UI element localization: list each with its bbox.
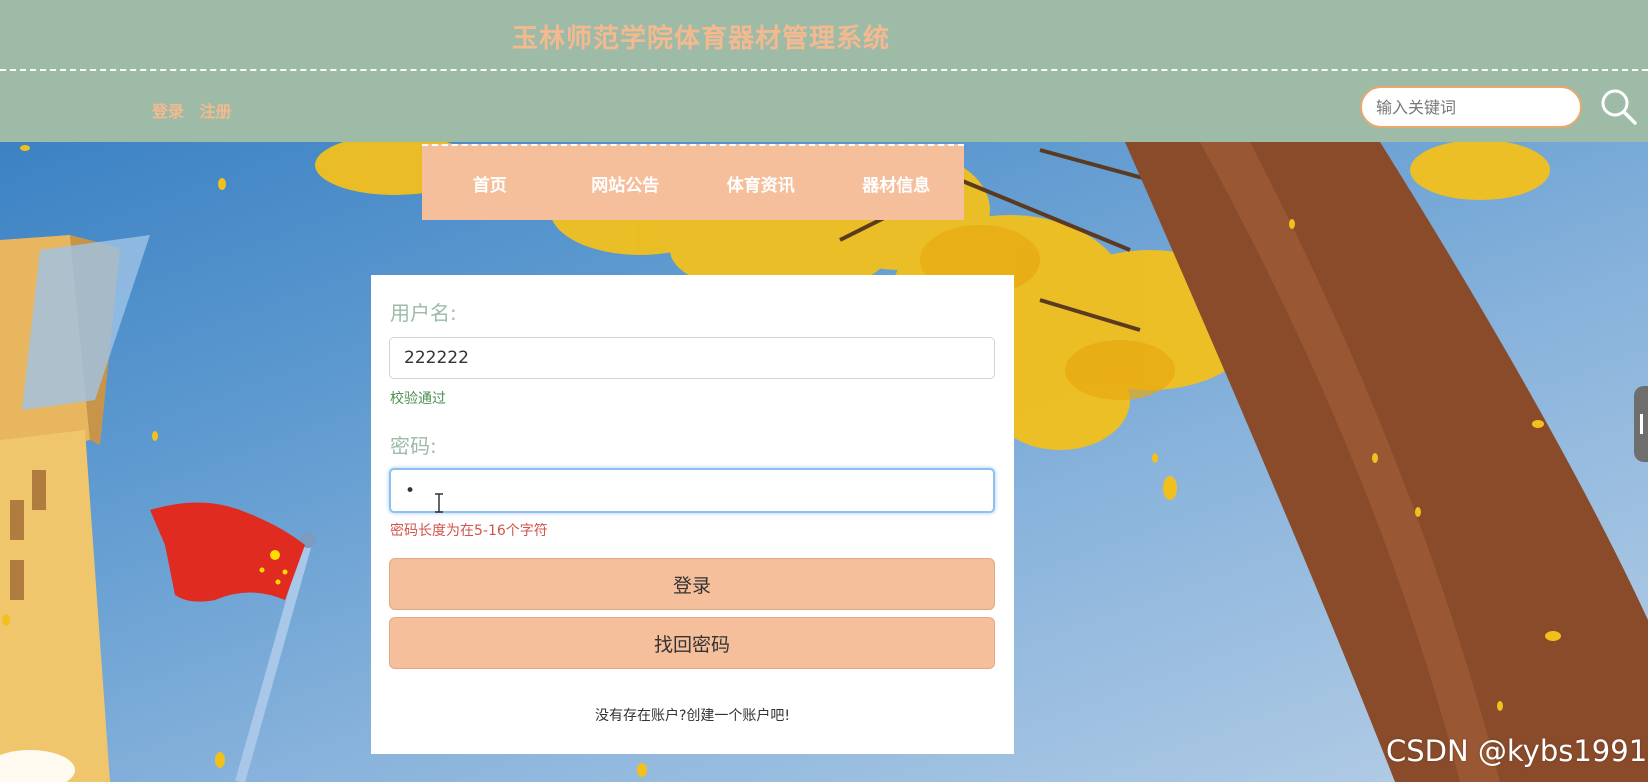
login-button[interactable]: 登录 [389,558,995,610]
scroll-handle[interactable] [1634,386,1648,462]
register-link[interactable]: 注册 [200,102,232,121]
username-status: 校验通过 [390,391,446,407]
search-input[interactable] [1360,86,1582,128]
watermark: CSDN @kybs1991 [1386,734,1648,768]
header-divider [0,69,1648,71]
password-error: 密码长度为在5-16个字符 [390,523,548,539]
search-icon [1601,89,1637,125]
login-card: 用户名: 校验通过 密码: 密码长度为在5-16个字符 登录 找回密码 没有存在… [371,275,1014,754]
signup-link[interactable]: 没有存在账户?创建一个账户吧! [371,705,1014,725]
password-input[interactable] [389,468,995,513]
nav-item-home[interactable]: 首页 [422,171,558,196]
main-nav: 首页 网站公告 体育资讯 器材信息 [422,144,964,220]
nav-item-sports-news[interactable]: 体育资讯 [693,171,829,196]
password-label: 密码: [390,434,437,458]
text-cursor-icon [435,493,443,513]
login-link[interactable]: 登录 [152,102,184,121]
recover-password-button[interactable]: 找回密码 [389,617,995,669]
search-button[interactable] [1598,86,1638,126]
auth-links: 登录 注册 [152,98,242,122]
username-label: 用户名: [390,301,457,325]
site-title: 玉林师范学院体育器材管理系统 [512,24,891,54]
nav-item-announcements[interactable]: 网站公告 [558,171,694,196]
nav-item-equipment[interactable]: 器材信息 [829,171,965,196]
username-input[interactable] [389,337,995,379]
site-header: 玉林师范学院体育器材管理系统 登录 注册 [0,0,1648,142]
